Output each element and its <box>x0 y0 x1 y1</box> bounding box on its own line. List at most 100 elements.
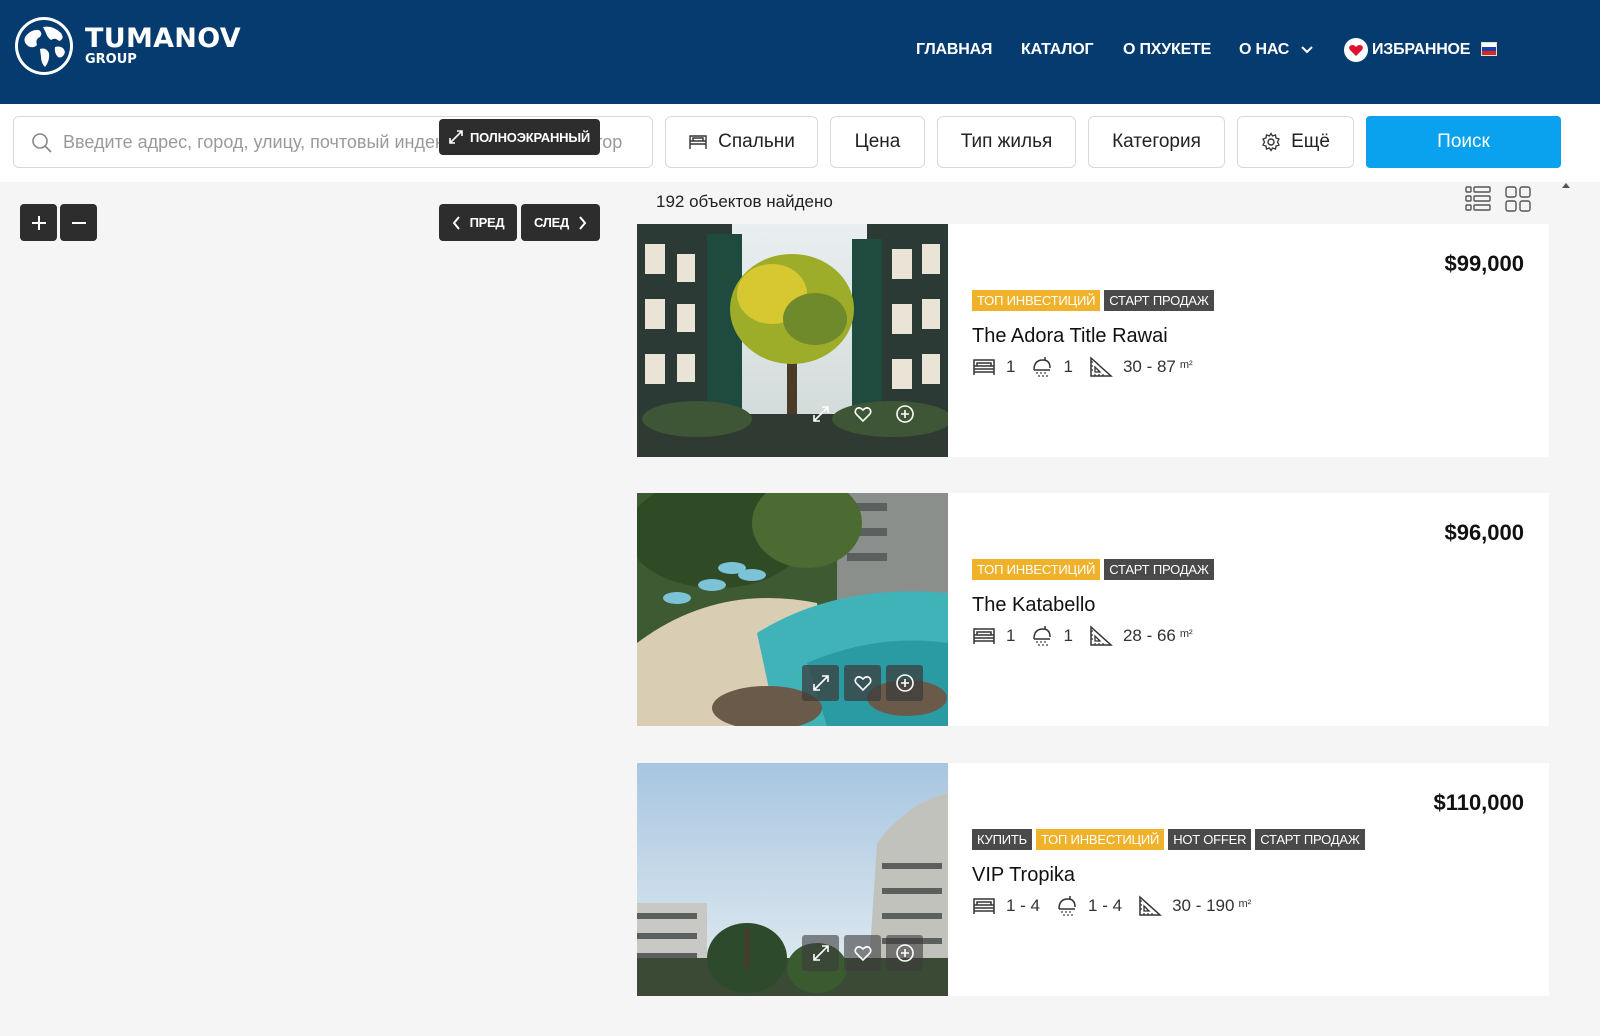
compare-button[interactable] <box>886 665 923 701</box>
listing-photo[interactable] <box>637 493 948 726</box>
prev-button[interactable]: ПРЕД <box>439 204 517 241</box>
nav-home[interactable]: ГЛАВНАЯ <box>916 38 992 62</box>
zoom-out-button[interactable] <box>60 204 97 241</box>
listing-card[interactable]: $110,000 КУПИТЬ ТОП ИНВЕСТИЦИЙ HOT OFFER СТ… <box>637 763 1549 996</box>
more-filters-button[interactable]: Ещё <box>1237 116 1354 168</box>
category-filter-label: Категория <box>1112 131 1201 152</box>
shower-icon <box>1033 357 1052 377</box>
nav-about-us[interactable]: О НАС <box>1239 38 1315 62</box>
plus-icon <box>31 215 46 230</box>
type-filter-button[interactable]: Тип жилья <box>937 116 1076 168</box>
bedrooms-filter-button[interactable]: Спальни <box>665 116 818 168</box>
listing-tag: СТАРТ ПРОДАЖ <box>1104 559 1214 580</box>
listing-card[interactable]: $96,000 ТОП ИНВЕСТИЦИЙ СТАРТ ПРОДАЖ The K… <box>637 493 1549 726</box>
list-view-icon[interactable] <box>1465 185 1491 213</box>
spec-area-unit: m² <box>1179 628 1193 640</box>
shower-icon <box>1058 896 1076 916</box>
plus-circle-icon <box>895 405 914 423</box>
expand-photo-button[interactable] <box>802 665 839 701</box>
zoom-in-button[interactable] <box>20 204 57 241</box>
compare-button[interactable] <box>886 935 923 971</box>
chevron-right-icon <box>579 215 587 230</box>
expand-photo-button[interactable] <box>802 935 839 971</box>
compare-button[interactable] <box>886 396 923 432</box>
listing-price: $99,000 <box>1444 251 1524 276</box>
listing-specs: 1 - 4 1 - 4 30 - 190 m² <box>972 895 1267 917</box>
next-button[interactable]: СЛЕД <box>521 204 600 241</box>
search-icon <box>32 133 52 153</box>
nav-favorites-label: ИЗБРАННОЕ <box>1372 41 1471 59</box>
map-panel[interactable] <box>0 182 630 1036</box>
chevron-left-icon <box>452 215 460 230</box>
fullscreen-label: ПОЛНОЭКРАННЫЙ <box>469 129 591 145</box>
scroll-up-arrow-icon[interactable] <box>1562 183 1570 188</box>
nav-about-us-label: О НАС <box>1239 41 1290 58</box>
category-filter-button[interactable]: Категория <box>1088 116 1225 168</box>
spec-bathrooms-value: 1 <box>1063 357 1073 376</box>
spec-bedrooms-value: 1 <box>1006 626 1016 645</box>
search-button[interactable]: Поиск <box>1366 116 1561 168</box>
brand-sub: GROUP <box>85 52 137 67</box>
spec-bedrooms-value: 1 <box>1006 357 1016 376</box>
listing-price: $110,000 <box>1433 790 1524 815</box>
plus-circle-icon <box>895 944 914 962</box>
spec-area-unit: m² <box>1238 898 1252 910</box>
photo-actions <box>802 935 923 971</box>
heart-outline-icon <box>853 407 872 423</box>
minus-icon <box>71 221 86 224</box>
spec-bedrooms: 1 <box>972 626 1015 646</box>
favorite-button[interactable] <box>844 396 881 432</box>
shower-icon <box>1033 626 1052 646</box>
favorite-button[interactable] <box>844 665 881 701</box>
spec-bathrooms: 1 <box>1031 625 1073 647</box>
spec-bathrooms-value: 1 <box>1063 626 1073 645</box>
heart-icon <box>1344 38 1368 62</box>
brand-name: TUMANOV <box>85 23 241 54</box>
ruler-triangle-icon <box>1139 895 1163 916</box>
listing-title[interactable]: VIP Tropika <box>972 864 1075 887</box>
fullscreen-button[interactable]: ПОЛНОЭКРАННЫЙ <box>439 119 600 155</box>
nav-catalog[interactable]: КАТАЛОГ <box>1021 38 1094 62</box>
price-filter-button[interactable]: Цена <box>830 116 925 168</box>
logo[interactable]: TUMANOV GROUP <box>13 15 241 77</box>
bed-icon <box>973 628 995 644</box>
spec-area: 28 - 66 m² <box>1089 625 1193 647</box>
listing-card[interactable]: $99,000 ТОП ИНВЕСТИЦИЙ СТАРТ ПРОДАЖ The A… <box>637 224 1549 457</box>
type-filter-label: Тип жилья <box>960 131 1053 152</box>
expand-photo-button[interactable] <box>802 396 839 432</box>
listing-tag: СТАРТ ПРОДАЖ <box>1255 829 1365 850</box>
ruler-triangle-icon <box>1090 356 1113 377</box>
price-filter-label: Цена <box>854 131 901 152</box>
listing-tag: ТОП ИНВЕСТИЦИЙ <box>1035 829 1165 850</box>
listing-photo[interactable] <box>637 224 948 457</box>
spec-area-value: 30 - 190 <box>1172 896 1235 915</box>
spec-bathrooms-value: 1 - 4 <box>1088 896 1123 915</box>
expand-icon <box>812 406 829 422</box>
heart-outline-icon <box>853 946 872 962</box>
photo-actions <box>802 665 923 701</box>
listing-tags: КУПИТЬ ТОП ИНВЕСТИЦИЙ HOT OFFER СТАРТ ПРОДА… <box>972 829 1369 850</box>
spec-area: 30 - 87 m² <box>1089 356 1193 378</box>
results-count: 192 объектов найдено <box>656 192 833 211</box>
prev-label: ПРЕД <box>469 215 505 230</box>
favorite-button[interactable] <box>844 935 881 971</box>
spec-bathrooms: 1 <box>1031 356 1073 378</box>
bed-icon <box>973 359 995 375</box>
spec-area-value: 30 - 87 <box>1122 357 1176 376</box>
grid-view-icon[interactable] <box>1505 185 1531 213</box>
listing-title[interactable]: The Katabello <box>972 594 1095 617</box>
nav-favorites[interactable]: ИЗБРАННОЕ <box>1344 38 1470 62</box>
spec-area-unit: m² <box>1179 359 1193 371</box>
spec-bedrooms: 1 <box>972 357 1015 377</box>
spec-bedrooms-value: 1 - 4 <box>1006 896 1041 915</box>
listing-title[interactable]: The Adora Title Rawai <box>972 325 1168 348</box>
spec-area: 30 - 190 m² <box>1138 895 1251 917</box>
listing-photo[interactable] <box>637 763 948 996</box>
language-flag-icon[interactable] <box>1481 42 1497 56</box>
expand-icon <box>449 130 463 144</box>
nav-about-phuket[interactable]: О ПХУКЕТЕ <box>1123 38 1211 62</box>
listing-tag: HOT OFFER <box>1168 829 1252 850</box>
more-filters-label: Ещё <box>1291 131 1330 152</box>
expand-icon <box>812 945 829 961</box>
spec-bedrooms: 1 - 4 <box>972 896 1040 916</box>
